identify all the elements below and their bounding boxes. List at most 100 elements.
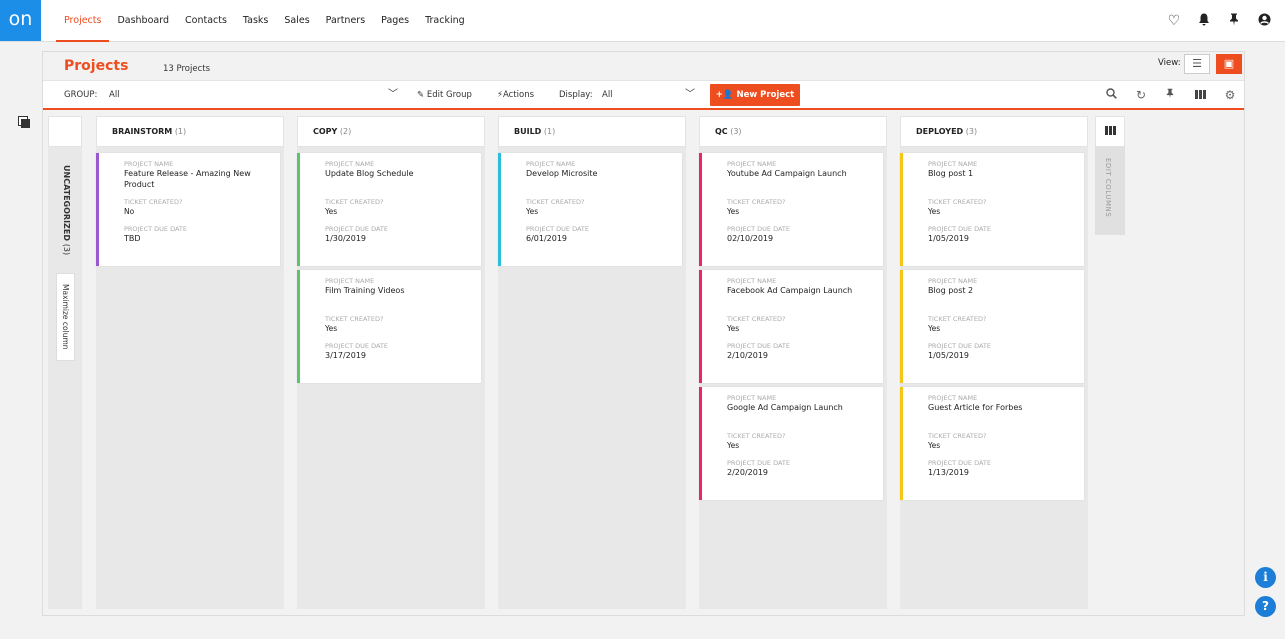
nav-item-tasks[interactable]: Tasks bbox=[235, 0, 276, 42]
edit-group-label: Edit Group bbox=[426, 90, 472, 100]
copy-icon[interactable] bbox=[18, 116, 32, 130]
column-header[interactable]: BRAINSTORM (1) bbox=[96, 116, 284, 147]
uncategorized-label[interactable]: UNCATEGORIZED (3) bbox=[57, 165, 71, 255]
heart-icon[interactable]: ♡ bbox=[1159, 13, 1189, 29]
edit-columns-label[interactable]: EDIT COLUMNS bbox=[1104, 158, 1112, 217]
nav-item-pages[interactable]: Pages bbox=[373, 0, 417, 42]
project-name-label: PROJECT NAME bbox=[727, 160, 777, 168]
column-copy: COPY (2) PROJECT NAME Update Blog Schedu… bbox=[297, 116, 485, 609]
page-title: Projects bbox=[64, 58, 129, 74]
refresh-icon[interactable]: ↻ bbox=[1130, 81, 1152, 109]
display-select[interactable]: All bbox=[602, 81, 613, 109]
due-date-label: PROJECT DUE DATE bbox=[325, 225, 388, 233]
ticket-created-label: TICKET CREATED? bbox=[727, 198, 786, 206]
column-header[interactable]: COPY (2) bbox=[297, 116, 485, 147]
project-card[interactable]: PROJECT NAME Google Ad Campaign Launch T… bbox=[699, 387, 883, 500]
ticket-created-value: Yes bbox=[928, 324, 941, 333]
app-logo[interactable]: on bbox=[0, 0, 41, 41]
due-date-value: 02/10/2019 bbox=[727, 234, 774, 243]
board-view-button[interactable]: ▣ bbox=[1216, 54, 1242, 74]
column-body: PROJECT NAME Update Blog Schedule TICKET… bbox=[297, 147, 485, 609]
ticket-created-label: TICKET CREATED? bbox=[727, 315, 786, 323]
project-name: Develop Microsite bbox=[526, 169, 598, 178]
due-date-label: PROJECT DUE DATE bbox=[727, 342, 790, 350]
project-card[interactable]: PROJECT NAME Youtube Ad Campaign Launch … bbox=[699, 153, 883, 266]
project-name: Facebook Ad Campaign Launch bbox=[727, 286, 853, 295]
column-body: PROJECT NAME Blog post 1 TICKET CREATED?… bbox=[900, 147, 1088, 609]
ticket-created-label: TICKET CREATED? bbox=[928, 315, 987, 323]
project-card[interactable]: PROJECT NAME Blog post 2 TICKET CREATED?… bbox=[900, 270, 1084, 383]
info-icon[interactable]: i bbox=[1255, 567, 1276, 588]
new-project-button[interactable]: +👤 New Project bbox=[710, 84, 800, 106]
project-name-label: PROJECT NAME bbox=[727, 394, 777, 402]
column-header[interactable]: DEPLOYED (3) bbox=[900, 116, 1088, 147]
nav-item-contacts[interactable]: Contacts bbox=[177, 0, 235, 42]
project-card[interactable]: PROJECT NAME Guest Article for Forbes TI… bbox=[900, 387, 1084, 500]
project-card[interactable]: PROJECT NAME Feature Release - Amazing N… bbox=[96, 153, 280, 266]
column-body: PROJECT NAME Feature Release - Amazing N… bbox=[96, 147, 284, 609]
nav-item-tracking[interactable]: Tracking bbox=[417, 0, 473, 42]
project-card[interactable]: PROJECT NAME Blog post 1 TICKET CREATED?… bbox=[900, 153, 1084, 266]
edit-columns-button[interactable] bbox=[1095, 116, 1125, 147]
pin-icon[interactable] bbox=[1159, 81, 1181, 109]
ticket-created-label: TICKET CREATED? bbox=[325, 315, 384, 323]
project-name: Guest Article for Forbes bbox=[928, 403, 1023, 412]
main-nav: Projects Dashboard Contacts Tasks Sales … bbox=[56, 0, 473, 42]
due-date-label: PROJECT DUE DATE bbox=[124, 225, 187, 233]
nav-item-dashboard[interactable]: Dashboard bbox=[109, 0, 177, 42]
pin-icon[interactable] bbox=[1219, 13, 1249, 30]
project-card[interactable]: PROJECT NAME Update Blog Schedule TICKET… bbox=[297, 153, 481, 266]
project-name: Youtube Ad Campaign Launch bbox=[727, 169, 847, 178]
due-date-label: PROJECT DUE DATE bbox=[325, 342, 388, 350]
project-card[interactable]: PROJECT NAME Film Training Videos TICKET… bbox=[297, 270, 481, 383]
project-name: Feature Release - Amazing New Product bbox=[124, 169, 251, 189]
project-name: Update Blog Schedule bbox=[325, 169, 414, 178]
project-card[interactable]: PROJECT NAME Develop Microsite TICKET CR… bbox=[498, 153, 682, 266]
panel-header: Projects 13 Projects View: ☰ ▣ bbox=[43, 52, 1244, 80]
settings-icon[interactable]: ⚙ bbox=[1219, 81, 1241, 109]
nav-item-sales[interactable]: Sales bbox=[276, 0, 317, 42]
group-select[interactable]: All bbox=[109, 81, 120, 109]
ticket-created-value: Yes bbox=[325, 207, 338, 216]
column-title: COPY bbox=[313, 127, 338, 136]
bell-icon[interactable] bbox=[1189, 13, 1219, 30]
list-view-button[interactable]: ☰ bbox=[1184, 54, 1210, 74]
project-name-label: PROJECT NAME bbox=[325, 160, 375, 168]
nav-item-projects[interactable]: Projects bbox=[56, 0, 110, 42]
project-name-label: PROJECT NAME bbox=[928, 160, 978, 168]
column-count: (2) bbox=[339, 127, 352, 136]
due-date-label: PROJECT DUE DATE bbox=[727, 459, 790, 467]
column-count: (3) bbox=[965, 127, 978, 136]
edit-group-button[interactable]: ✎ Edit Group bbox=[417, 81, 472, 109]
pencil-icon: ✎ bbox=[417, 90, 427, 100]
ticket-created-value: Yes bbox=[727, 441, 740, 450]
due-date-value: 1/05/2019 bbox=[928, 351, 970, 360]
chevron-down-icon[interactable]: ﹀ bbox=[685, 81, 695, 109]
column-header[interactable]: BUILD (1) bbox=[498, 116, 686, 147]
columns-icon[interactable] bbox=[1189, 81, 1211, 109]
maximize-column-button[interactable]: Maximize column bbox=[56, 273, 75, 361]
nav-item-partners[interactable]: Partners bbox=[318, 0, 373, 42]
top-navbar: on Projects Dashboard Contacts Tasks Sal… bbox=[0, 0, 1285, 42]
actions-label: Actions bbox=[502, 90, 535, 100]
chevron-down-icon[interactable]: ﹀ bbox=[388, 81, 398, 109]
list-view-icon: ☰ bbox=[1192, 57, 1202, 70]
column-title: DEPLOYED bbox=[916, 127, 964, 136]
user-icon[interactable] bbox=[1249, 13, 1279, 30]
uncategorized-header bbox=[48, 116, 82, 147]
due-date-label: PROJECT DUE DATE bbox=[526, 225, 589, 233]
search-icon[interactable] bbox=[1100, 81, 1122, 109]
column-header[interactable]: QC (3) bbox=[699, 116, 887, 147]
due-date-value: TBD bbox=[124, 234, 141, 243]
due-date-label: PROJECT DUE DATE bbox=[928, 225, 991, 233]
column-brainstorm: BRAINSTORM (1) PROJECT NAME Feature Rele… bbox=[96, 116, 284, 609]
due-date-value: 3/17/2019 bbox=[325, 351, 367, 360]
project-name: Blog post 1 bbox=[928, 169, 974, 178]
ticket-created-label: TICKET CREATED? bbox=[526, 198, 585, 206]
help-icon[interactable]: ? bbox=[1255, 596, 1276, 617]
column-build: BUILD (1) PROJECT NAME Develop Microsite… bbox=[498, 116, 686, 609]
project-card[interactable]: PROJECT NAME Facebook Ad Campaign Launch… bbox=[699, 270, 883, 383]
actions-button[interactable]: ⚡Actions bbox=[497, 81, 534, 109]
ticket-created-value: Yes bbox=[928, 441, 941, 450]
group-label: GROUP: bbox=[64, 90, 98, 100]
